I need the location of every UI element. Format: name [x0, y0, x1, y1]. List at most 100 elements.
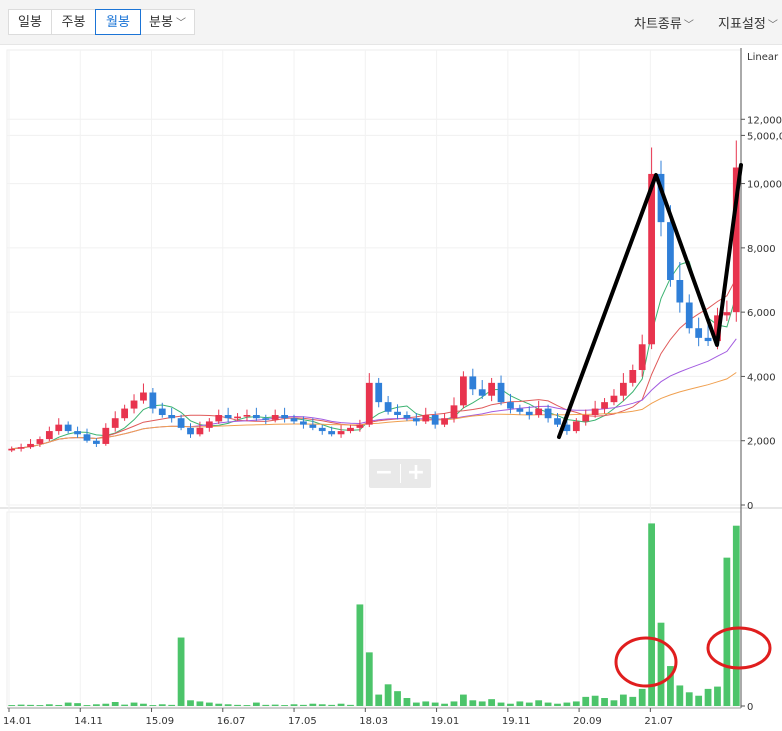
candle-body	[196, 427, 204, 435]
volume-bar	[356, 604, 364, 706]
volume-bars	[8, 523, 740, 706]
candle-body	[318, 427, 326, 432]
volume-bar	[460, 694, 467, 706]
time-tick-label: 14.11	[74, 716, 103, 727]
candle-body	[187, 427, 194, 435]
candle-body	[610, 395, 618, 403]
time-tick-label: 15.09	[146, 716, 175, 727]
time-tick-label: 21.07	[644, 716, 673, 727]
candle-body	[224, 415, 232, 419]
volume-bar	[497, 702, 505, 706]
candle-body	[177, 418, 185, 428]
time-tick-label: 18.03	[359, 716, 388, 727]
volume-bar	[638, 688, 646, 706]
volume-bar	[450, 701, 458, 706]
volume-bar	[695, 695, 703, 706]
volume-bar	[337, 703, 345, 706]
volume-bar	[422, 701, 430, 706]
volume-bar	[554, 703, 561, 706]
candle-body	[469, 376, 477, 390]
volume-bar	[469, 700, 477, 706]
candle-body	[648, 173, 655, 345]
volume-bar	[648, 523, 655, 706]
volume-bar	[431, 702, 439, 706]
volume-bar	[196, 701, 204, 706]
volume-bar	[234, 704, 241, 706]
volume-bar	[525, 702, 533, 706]
volume-bar	[281, 705, 288, 706]
candle-body	[27, 443, 34, 448]
volume-bar	[365, 652, 373, 706]
candle-body	[140, 392, 147, 401]
volume-bar	[572, 701, 580, 706]
moving-average-line	[11, 338, 737, 450]
candle-body	[488, 382, 496, 396]
volume-bar	[563, 702, 571, 706]
candle-body	[676, 280, 684, 303]
price-tick-label: 4,000	[747, 372, 776, 383]
volume-bar	[74, 703, 81, 706]
volume-bar	[591, 695, 599, 706]
candle-body	[412, 418, 420, 422]
volume-bar	[111, 702, 119, 706]
price-tick-label: 0	[747, 501, 753, 512]
tab-monthly[interactable]: 월봉	[95, 9, 141, 35]
volume-tick-label: 0	[747, 702, 753, 713]
volume-bar	[704, 688, 712, 706]
volume-bar	[657, 622, 665, 706]
candle-body	[535, 408, 543, 415]
volume-bar	[252, 702, 260, 706]
candle-body	[8, 448, 16, 451]
volume-bar	[27, 704, 34, 706]
volume-bar	[488, 699, 496, 706]
volume-bar	[36, 705, 44, 706]
moving-average-lines	[11, 260, 737, 450]
candle-body	[130, 400, 138, 409]
volume-bar	[375, 694, 383, 706]
volume-bar	[403, 698, 411, 706]
volume-bar	[45, 704, 53, 706]
volume-bar	[64, 702, 72, 706]
volume-bar	[478, 701, 486, 706]
chart-axes: Linear 12,000 10,000 8,000 6,000 4,000 2,000 0…	[3, 48, 782, 727]
candle-body	[554, 418, 561, 425]
volume-bar	[347, 704, 354, 706]
candle-body	[638, 344, 646, 370]
candle-body	[55, 424, 63, 432]
zoom-out-button[interactable]: −	[369, 459, 399, 488]
candle-body	[394, 411, 401, 415]
volume-bar	[102, 703, 110, 706]
candle-body	[356, 424, 364, 428]
candle-body	[102, 427, 110, 444]
volume-bar	[328, 704, 336, 706]
time-tick-label: 19.11	[502, 716, 531, 727]
candle-body	[45, 431, 53, 440]
time-tick-label: 14.01	[3, 716, 32, 727]
volume-bar	[619, 694, 627, 706]
volume-bar	[177, 637, 185, 706]
candle-body	[337, 431, 345, 435]
candle-body	[271, 415, 279, 420]
volume-bar	[8, 705, 16, 706]
volume-bar	[309, 703, 317, 706]
candle-body	[619, 382, 627, 396]
candle-body	[347, 427, 354, 432]
candle-body	[36, 439, 44, 444]
time-tick-label: 17.05	[288, 716, 317, 727]
volume-bar	[224, 704, 232, 706]
candle-body	[667, 222, 674, 280]
candle-body	[582, 415, 590, 422]
candle-body	[300, 421, 307, 425]
price-tick-label: 12,000	[747, 115, 782, 126]
zoom-in-button[interactable]: +	[401, 459, 431, 488]
candle-body	[704, 337, 712, 342]
candle-body	[111, 418, 119, 428]
moving-average-line	[11, 372, 737, 450]
volume-bar	[441, 703, 448, 706]
time-tick-label: 20.09	[573, 716, 602, 727]
candle-body	[507, 402, 514, 409]
candle-body	[281, 415, 288, 419]
candle-body	[83, 434, 91, 441]
volume-bar	[93, 704, 100, 706]
scale-type-label: Linear	[747, 52, 779, 63]
